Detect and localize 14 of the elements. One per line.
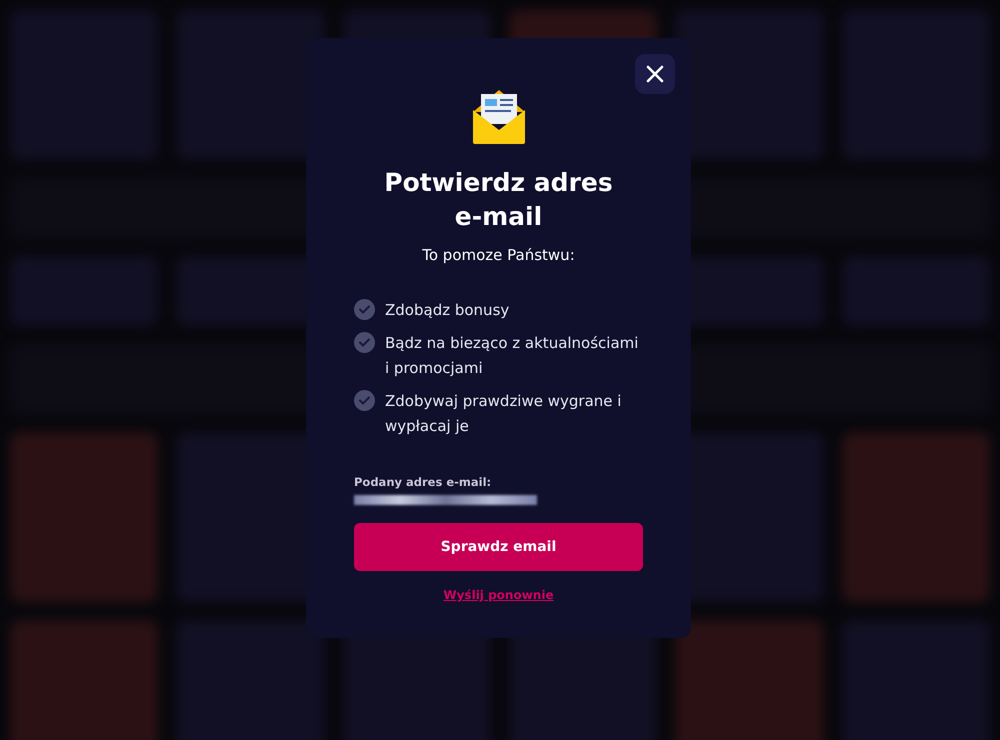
benefit-text: Zdobywaj prawdziwe wygrane i wypłacaj je: [385, 391, 622, 437]
dialog-title: Potwierdz adres e-mail: [383, 167, 614, 233]
dialog-subtitle: To pomoze Państwu:: [422, 246, 575, 264]
check-icon: [354, 390, 375, 411]
envelope-icon: [472, 90, 524, 144]
benefit-text: Zdobądz bonusy: [385, 300, 510, 321]
close-icon: [646, 65, 664, 83]
check-email-button[interactable]: Sprawdz email: [354, 523, 643, 571]
check-icon: [354, 332, 375, 353]
benefit-text: Bądz na bieząco z aktualnościami i promocjami: [385, 333, 640, 379]
close-button[interactable]: [635, 54, 675, 94]
email-label: Podany adres e-mail:: [354, 475, 492, 489]
resend-link[interactable]: Wyślij ponownie: [443, 588, 554, 602]
check-icon: [354, 299, 375, 320]
